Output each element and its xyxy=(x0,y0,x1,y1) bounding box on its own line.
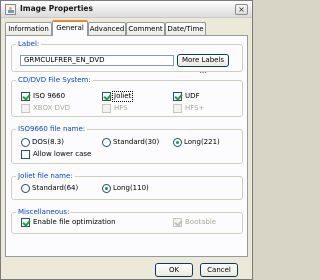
ok-button[interactable]: OK xyxy=(155,263,193,277)
iso9660-checkbox[interactable] xyxy=(21,92,30,101)
filesystem-group-legend: CD/DVD File System: xyxy=(16,76,93,84)
misc-group-legend: Miscellaneous: xyxy=(16,208,72,216)
image-properties-dialog: Image Properties × Information General A… xyxy=(0,0,253,280)
standard-64-label: Standard(64) xyxy=(32,184,79,192)
dos-83-radio[interactable] xyxy=(21,138,30,147)
tab-comment[interactable]: Comment xyxy=(126,22,165,35)
long-110-radio[interactable] xyxy=(102,184,111,193)
image-properties-icon xyxy=(5,4,16,15)
long-221-label: Long(221) xyxy=(184,138,220,146)
title-bar[interactable]: Image Properties × xyxy=(1,1,252,18)
label-group-legend: Label: xyxy=(16,40,42,48)
udf-label: UDF xyxy=(185,92,200,100)
iso9660-label: ISO 9660 xyxy=(33,92,66,100)
hfs-plus-label: HFS+ xyxy=(185,104,205,112)
tab-date-time[interactable]: Date/Time xyxy=(165,22,206,35)
window-title: Image Properties xyxy=(20,4,93,13)
standard-64-radio[interactable] xyxy=(21,184,30,193)
long-221-radio[interactable] xyxy=(173,138,182,147)
cancel-button[interactable]: Cancel xyxy=(200,263,238,277)
iso-name-group-legend: ISO9660 file name: xyxy=(16,125,88,133)
close-icon[interactable]: × xyxy=(235,4,248,15)
standard-30-label: Standard(30) xyxy=(113,138,160,146)
joliet-name-group-legend: Joliet file name: xyxy=(16,172,75,180)
xbox-dvd-label: XBOX DVD xyxy=(33,104,71,112)
bootable-label: Bootable xyxy=(185,218,217,226)
tab-advanced[interactable]: Advanced xyxy=(88,22,126,35)
hfs-checkbox[interactable] xyxy=(102,104,111,113)
joliet-checkbox[interactable] xyxy=(102,92,111,101)
allow-lower-case-checkbox[interactable] xyxy=(21,150,30,159)
long-110-label: Long(110) xyxy=(113,184,149,192)
xbox-dvd-checkbox[interactable] xyxy=(21,104,30,113)
allow-lower-case-label: Allow lower case xyxy=(33,150,92,158)
udf-checkbox[interactable] xyxy=(173,92,182,101)
hfs-plus-checkbox[interactable] xyxy=(173,104,182,113)
tab-general[interactable]: General xyxy=(52,20,88,36)
general-tab-panel: Label: GRMCULFRER_EN_DVD More Labels ...… xyxy=(5,35,248,257)
file-optimization-checkbox[interactable] xyxy=(21,218,30,227)
hfs-label: HFS xyxy=(114,104,128,112)
file-optimization-label: Enable file optimization xyxy=(33,218,116,226)
joliet-label: Joliet xyxy=(111,91,134,102)
standard-30-radio[interactable] xyxy=(102,138,111,147)
bootable-checkbox[interactable] xyxy=(173,218,182,227)
label-input[interactable]: GRMCULFRER_EN_DVD xyxy=(20,55,174,66)
more-labels-button[interactable]: More Labels ... xyxy=(177,54,229,75)
tab-information[interactable]: Information xyxy=(5,22,52,35)
dos-83-label: DOS(8.3) xyxy=(32,138,64,146)
